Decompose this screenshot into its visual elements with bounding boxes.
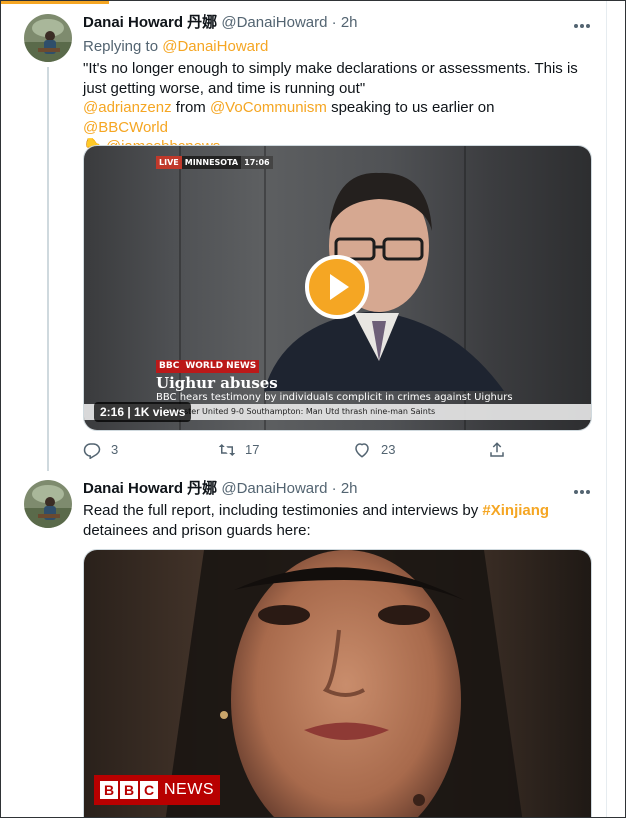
mention-link[interactable]: @VoCommunism [210,99,327,116]
news-headline: Uighur abuses [156,374,278,392]
reply-button[interactable]: 3 [83,440,163,460]
quote-text: "It's no longer enough to simply make de… [83,60,578,97]
separator: · [331,480,337,497]
timeline-frame: Danai Howard 丹娜 @DanaiHoward · 2h Replyi… [0,0,626,818]
text-after-hashtag: detainees and prison guards here: [83,521,311,539]
news-subheadline: BBC hears testimony by individuals compl… [156,392,513,403]
like-count: 23 [381,442,396,457]
mention-link[interactable]: @BBCWorld [83,119,168,136]
video-player[interactable]: LIVE MINNESOTA 17:06 BBC WORLD NEWS Uighur … [83,145,592,431]
separator: · [331,14,337,31]
timestamp[interactable]: 2h [341,14,358,31]
share-icon [490,442,504,457]
retweet-count: 17 [245,442,260,457]
retweet-icon [218,444,236,456]
news-word: NEWS [164,781,214,798]
replying-to: Replying to @DanaiHoward [83,37,583,57]
speaking-text: speaking to us earlier on [331,99,495,116]
tweet-text: Read the full report, including testimon… [83,501,583,540]
like-icon [355,443,369,458]
avatar[interactable] [24,14,72,62]
location-label: MINNESOTA [181,156,242,169]
hashtag-link[interactable]: #Xinjiang [482,502,549,519]
avatar[interactable] [24,480,72,528]
tweet-header: Danai Howard 丹娜 @DanaiHoward · 2h [83,479,358,499]
tweet[interactable]: Danai Howard 丹娜 @DanaiHoward · 2h Read t… [1,471,606,817]
play-icon[interactable] [305,255,369,319]
from-text: from [175,99,206,116]
bbc-letter: B [100,780,118,799]
reply-icon [83,443,101,459]
replying-handle-link[interactable]: @DanaiHoward [162,38,268,55]
share-button[interactable] [488,440,508,460]
author-handle[interactable]: @DanaiHoward [221,480,327,497]
bbc-news-logo: BBC NEWS [94,775,220,805]
channel-name: WORLD NEWS [182,360,260,373]
channel-banner: BBC WORLD NEWS [156,360,260,373]
bbc-letter: B [120,780,138,799]
speaker-figure [264,172,504,391]
mention-link[interactable]: @adrianzenz [83,99,172,116]
more-icon[interactable] [573,18,591,38]
mentions-line: @adrianzenz from @VoCommunism speaking t… [83,98,583,137]
author-name[interactable]: Danai Howard 丹娜 [83,480,217,497]
link-preview-image[interactable]: BBC NEWS [83,549,592,817]
bbc-logo: BBC [156,360,183,373]
retweet-button[interactable]: 17 [217,440,297,460]
reply-count: 3 [111,442,119,457]
like-button[interactable]: 23 [353,440,433,460]
tweet[interactable]: Danai Howard 丹娜 @DanaiHoward · 2h Replyi… [1,1,606,471]
tweet-header: Danai Howard 丹娜 @DanaiHoward · 2h [83,13,358,33]
bbc-blocks: BBC [100,780,160,800]
live-label: LIVE [156,156,182,169]
column-divider [606,1,607,817]
clock-label: 17:06 [241,156,273,169]
text-before-hashtag: Read the full report, including testimon… [83,502,479,519]
bbc-letter: C [140,780,158,799]
author-handle[interactable]: @DanaiHoward [221,14,327,31]
author-name[interactable]: Danai Howard 丹娜 [83,14,217,31]
replying-label: Replying to [83,38,159,55]
timestamp[interactable]: 2h [341,480,358,497]
tweet-actions: 3 17 23 [83,440,513,460]
video-duration: 2:16 | 1K views [94,402,192,422]
live-banner: LIVE MINNESOTA 17:06 [156,156,273,169]
tweet-text: "It's no longer enough to simply make de… [83,59,583,157]
